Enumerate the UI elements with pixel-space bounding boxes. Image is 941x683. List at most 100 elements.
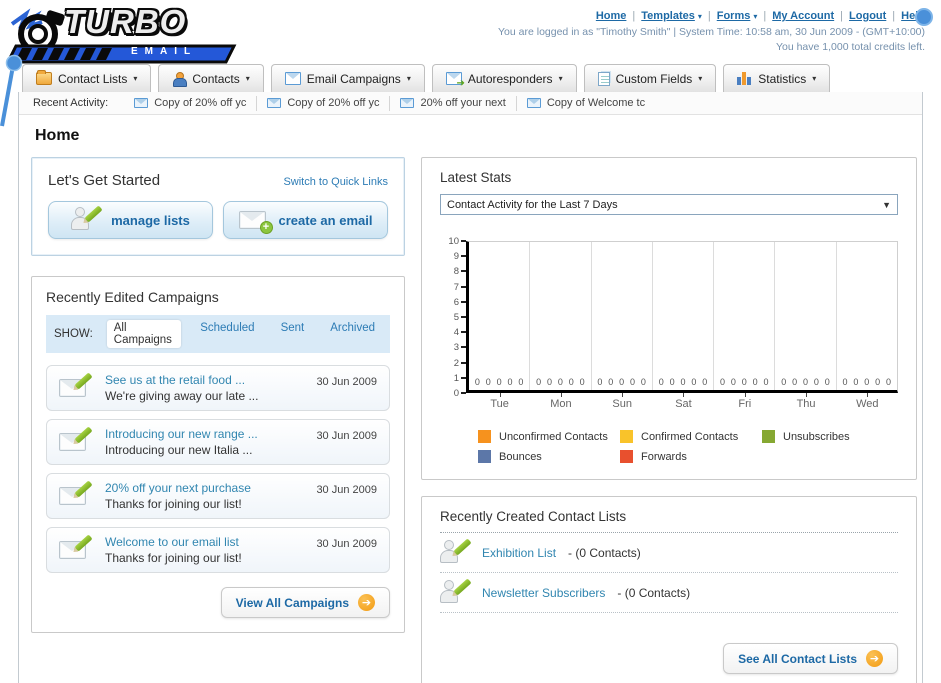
switch-quick-links-link[interactable]: Switch to Quick Links <box>283 176 388 188</box>
chart-day-column: 00000 <box>651 242 713 390</box>
contact-list-edit-icon <box>440 538 472 566</box>
envelope-icon <box>526 98 541 108</box>
main-nav: Contact Lists▾Contacts▾Email Campaigns▾A… <box>0 64 941 92</box>
tab-autoresponders[interactable]: Autoresponders ▾ <box>431 64 577 92</box>
chart-value-row: 00000 <box>837 377 897 387</box>
stats-period-select[interactable]: Contact Activity for the Last 7 Days ▼ <box>440 194 898 215</box>
legend-swatch-icon <box>762 430 775 443</box>
campaign-title-link[interactable]: 20% off your next purchase <box>105 481 304 495</box>
y-tick-label: 9 <box>453 251 459 263</box>
recent-activity-item[interactable]: Copy of 20% off yc <box>124 96 256 111</box>
chart-value: 0 <box>824 377 830 387</box>
header-link-forms[interactable]: Forms ▾ <box>717 10 758 22</box>
view-all-campaigns-button[interactable]: View All Campaigns ➔ <box>220 587 390 618</box>
chart-value: 0 <box>719 377 725 387</box>
campaign-title-link[interactable]: Introducing our new range ... <box>105 427 304 441</box>
email-campaigns-icon <box>284 72 301 85</box>
legend-item-unconfirmed-contacts: Unconfirmed Contacts <box>478 430 614 443</box>
y-tick-label: 5 <box>453 312 459 323</box>
chart-value: 0 <box>842 377 848 387</box>
header-link-separator: | <box>840 10 844 22</box>
header-links: Home | Templates ▾ | Forms ▾ | My Account | Logout… <box>596 8 925 22</box>
dropdown-arrow-icon: ▾ <box>697 12 702 21</box>
manage-lists-label: manage lists <box>111 212 190 228</box>
contact-list-name-link[interactable]: Newsletter Subscribers <box>482 586 605 600</box>
page-title: Home <box>35 127 80 144</box>
header-link-templates[interactable]: Templates ▾ <box>641 10 702 22</box>
x-tick-label: Sat <box>653 393 714 410</box>
recent-activity-item-label: Copy of 20% off yc <box>287 97 380 109</box>
left-column: Let's Get Started Switch to Quick Links … <box>31 157 405 683</box>
recent-activity-item[interactable]: 20% off your next <box>389 95 515 111</box>
latest-stats-title: Latest Stats <box>440 170 512 185</box>
contact-lists-icon <box>36 70 52 85</box>
header-link-home[interactable]: Home <box>596 10 627 22</box>
filter-scheduled[interactable]: Scheduled <box>193 320 261 348</box>
x-tick-label: Mon <box>530 393 591 410</box>
legend-label: Unsubscribes <box>783 430 850 443</box>
get-started-title: Let's Get Started <box>48 172 161 189</box>
logo-title: TURBO <box>64 3 187 40</box>
stats-period-value: Contact Activity for the Last 7 Days <box>447 198 618 211</box>
tab-statistics[interactable]: Statistics ▾ <box>723 64 831 92</box>
chart-value: 0 <box>803 377 809 387</box>
campaign-subtitle: Introducing our new Italia ... <box>105 443 253 457</box>
chart-value-row: 00000 <box>714 377 774 387</box>
recent-activity-item[interactable]: Copy of 20% off yc <box>256 95 389 111</box>
x-tick-label: Thu <box>775 393 836 410</box>
chart-day-column: 00000 <box>590 242 652 390</box>
campaign-title-link[interactable]: Welcome to our email list <box>105 535 304 549</box>
campaign-title-link[interactable]: See us at the retail food ... <box>105 373 304 387</box>
filter-sent[interactable]: Sent <box>274 320 312 348</box>
create-email-button[interactable]: + create an email <box>223 201 388 239</box>
chart-value-row: 00000 <box>530 377 590 387</box>
tab-contact-lists[interactable]: Contact Lists ▾ <box>22 64 152 92</box>
y-tick-label: 10 <box>448 236 459 247</box>
header-link-my-account[interactable]: My Account <box>772 10 834 22</box>
header-link-logout[interactable]: Logout <box>849 10 886 22</box>
manage-lists-icon <box>71 205 103 233</box>
y-tick-label: 2 <box>453 357 459 369</box>
chart-value: 0 <box>630 377 636 387</box>
chart-day-column: 00000 <box>774 242 835 390</box>
contact-list-rows: Exhibition List - (0 Contacts) Newsletter… <box>440 533 898 613</box>
top-header: TURBO EMAIL Home | Templates ▾ | Forms ▾ | My Ac… <box>0 0 941 64</box>
y-tick-label: 7 <box>453 281 459 293</box>
contact-lists-title: Recently Created Contact Lists <box>440 509 898 533</box>
filter-all-campaigns[interactable]: All Campaigns <box>106 320 182 348</box>
y-tick-label: 4 <box>453 327 459 339</box>
y-tick-label: 8 <box>453 266 459 278</box>
contact-list-row: Newsletter Subscribers - (0 Contacts) <box>440 573 898 613</box>
credits-text: You have 1,000 total credits left. <box>775 41 925 54</box>
content-box: Recent Activity: Copy of 20% off yc Copy … <box>18 92 923 683</box>
legend-swatch-icon <box>620 430 633 443</box>
contact-list-name-link[interactable]: Exhibition List <box>482 546 556 560</box>
campaign-row: Welcome to our email list Thanks for join… <box>46 527 390 573</box>
header-link-separator: | <box>892 10 896 22</box>
see-all-contact-lists-button[interactable]: See All Contact Lists ➔ <box>723 643 898 674</box>
recent-contact-lists-panel: Recently Created Contact Lists Exhibitio… <box>421 496 917 683</box>
tab-label: Contacts <box>192 71 240 86</box>
chart-day-column: 00000 <box>835 242 897 390</box>
select-arrow-icon: ▼ <box>882 199 891 210</box>
campaign-filter-bar: SHOW: All Campaigns Scheduled Sent Archived <box>46 315 390 353</box>
recently-edited-campaigns-panel: Recently Edited Campaigns SHOW: All Camp… <box>31 276 405 633</box>
legend-item-forwards: Forwards <box>620 450 756 463</box>
campaign-row: See us at the retail food ... We're givin… <box>46 365 390 411</box>
legend-label: Bounces <box>499 450 542 463</box>
tab-email-campaigns[interactable]: Email Campaigns ▾ <box>270 64 425 92</box>
campaign-envelope-edit-icon <box>59 372 93 400</box>
chart-day-column: 00000 <box>713 242 774 390</box>
recent-activity-item-label: Copy of 20% off yc <box>154 97 247 109</box>
tab-contacts[interactable]: Contacts ▾ <box>158 64 264 92</box>
manage-lists-button[interactable]: manage lists <box>48 201 213 239</box>
chart-value: 0 <box>702 377 708 387</box>
filter-archived[interactable]: Archived <box>323 320 382 348</box>
arrow-right-icon: ➔ <box>358 594 375 611</box>
legend-label: Confirmed Contacts <box>641 430 739 443</box>
tab-custom-fields[interactable]: Custom Fields ▾ <box>583 64 717 92</box>
chart-value: 0 <box>730 377 736 387</box>
recent-activity-items: Copy of 20% off yc Copy of 20% off yc 20% … <box>124 95 655 111</box>
recent-activity-item[interactable]: Copy of Welcome tc <box>515 95 655 111</box>
chart-value: 0 <box>691 377 697 387</box>
